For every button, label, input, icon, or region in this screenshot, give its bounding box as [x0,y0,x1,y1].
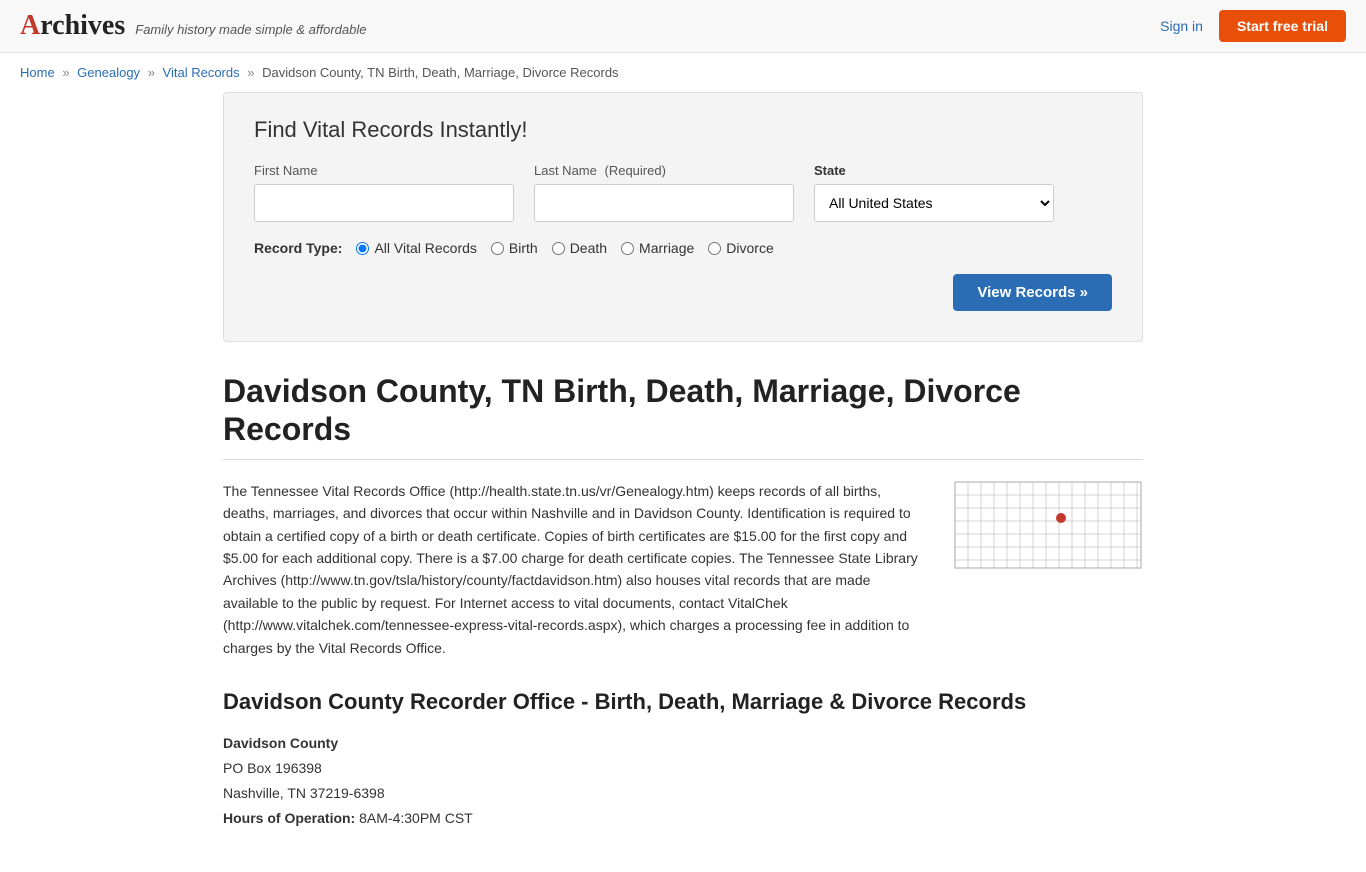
breadcrumb-sep-1: » [62,65,69,80]
header-right: Sign in Start free trial [1160,10,1346,42]
description-text: The Tennessee Vital Records Office (http… [223,480,923,659]
breadcrumb: Home » Genealogy » Vital Records » David… [0,53,1366,92]
radio-birth[interactable] [491,242,504,255]
breadcrumb-sep-2: » [148,65,155,80]
map-container [953,480,1143,659]
title-divider [223,459,1143,460]
first-name-label: First Name [254,163,514,178]
page-title: Davidson County, TN Birth, Death, Marria… [223,372,1143,449]
radio-all-vital[interactable] [356,242,369,255]
record-type-divorce[interactable]: Divorce [708,240,773,256]
radio-death[interactable] [552,242,565,255]
header-left: Archives Family history made simple & af… [20,10,366,42]
record-type-label: Record Type: [254,240,342,256]
site-header: Archives Family history made simple & af… [0,0,1366,53]
state-select[interactable]: All United States Alabama Alaska Tenness… [814,184,1054,222]
breadcrumb-home[interactable]: Home [20,65,55,80]
first-name-input[interactable] [254,184,514,222]
search-title: Find Vital Records Instantly! [254,117,1112,143]
breadcrumb-current: Davidson County, TN Birth, Death, Marria… [262,65,618,80]
breadcrumb-sep-3: » [247,65,254,80]
recorder-section: Davidson County Recorder Office - Birth,… [223,689,1143,832]
record-type-all-vital[interactable]: All Vital Records [356,240,476,256]
view-records-button[interactable]: View Records » [953,274,1112,311]
last-name-group: Last Name (Required) [534,163,794,222]
breadcrumb-vital-records[interactable]: Vital Records [163,65,240,80]
state-label: State [814,163,1054,178]
search-box: Find Vital Records Instantly! First Name… [223,92,1143,342]
radio-marriage[interactable] [621,242,634,255]
record-type-marriage[interactable]: Marriage [621,240,694,256]
start-trial-button[interactable]: Start free trial [1219,10,1346,42]
record-type-death[interactable]: Death [552,240,607,256]
recorder-name: Davidson County [223,735,338,751]
first-name-group: First Name [254,163,514,222]
site-logo: Archives [20,10,125,42]
recorder-address-line2: Nashville, TN 37219-6398 [223,781,1143,806]
recorder-hours-label: Hours of Operation: [223,810,355,826]
last-name-input[interactable] [534,184,794,222]
county-marker [1056,513,1066,523]
sign-in-link[interactable]: Sign in [1160,18,1203,34]
description-section: The Tennessee Vital Records Office (http… [223,480,1143,659]
search-fields: First Name Last Name (Required) State Al… [254,163,1112,222]
recorder-details: Davidson County PO Box 196398 Nashville,… [223,731,1143,832]
last-name-label: Last Name (Required) [534,163,794,178]
state-group: State All United States Alabama Alaska T… [814,163,1054,222]
radio-divorce[interactable] [708,242,721,255]
record-type-birth[interactable]: Birth [491,240,538,256]
recorder-address-line1: PO Box 196398 [223,756,1143,781]
main-content: Find Vital Records Instantly! First Name… [203,92,1163,872]
site-tagline: Family history made simple & affordable [135,22,366,37]
search-btn-row: View Records » [254,274,1112,311]
tennessee-map [953,480,1143,570]
recorder-hours-value: 8AM-4:30PM CST [359,810,473,826]
breadcrumb-genealogy[interactable]: Genealogy [77,65,140,80]
recorder-title: Davidson County Recorder Office - Birth,… [223,689,1143,715]
record-type-row: Record Type: All Vital Records Birth Dea… [254,240,1112,256]
description-paragraph: The Tennessee Vital Records Office (http… [223,480,923,659]
